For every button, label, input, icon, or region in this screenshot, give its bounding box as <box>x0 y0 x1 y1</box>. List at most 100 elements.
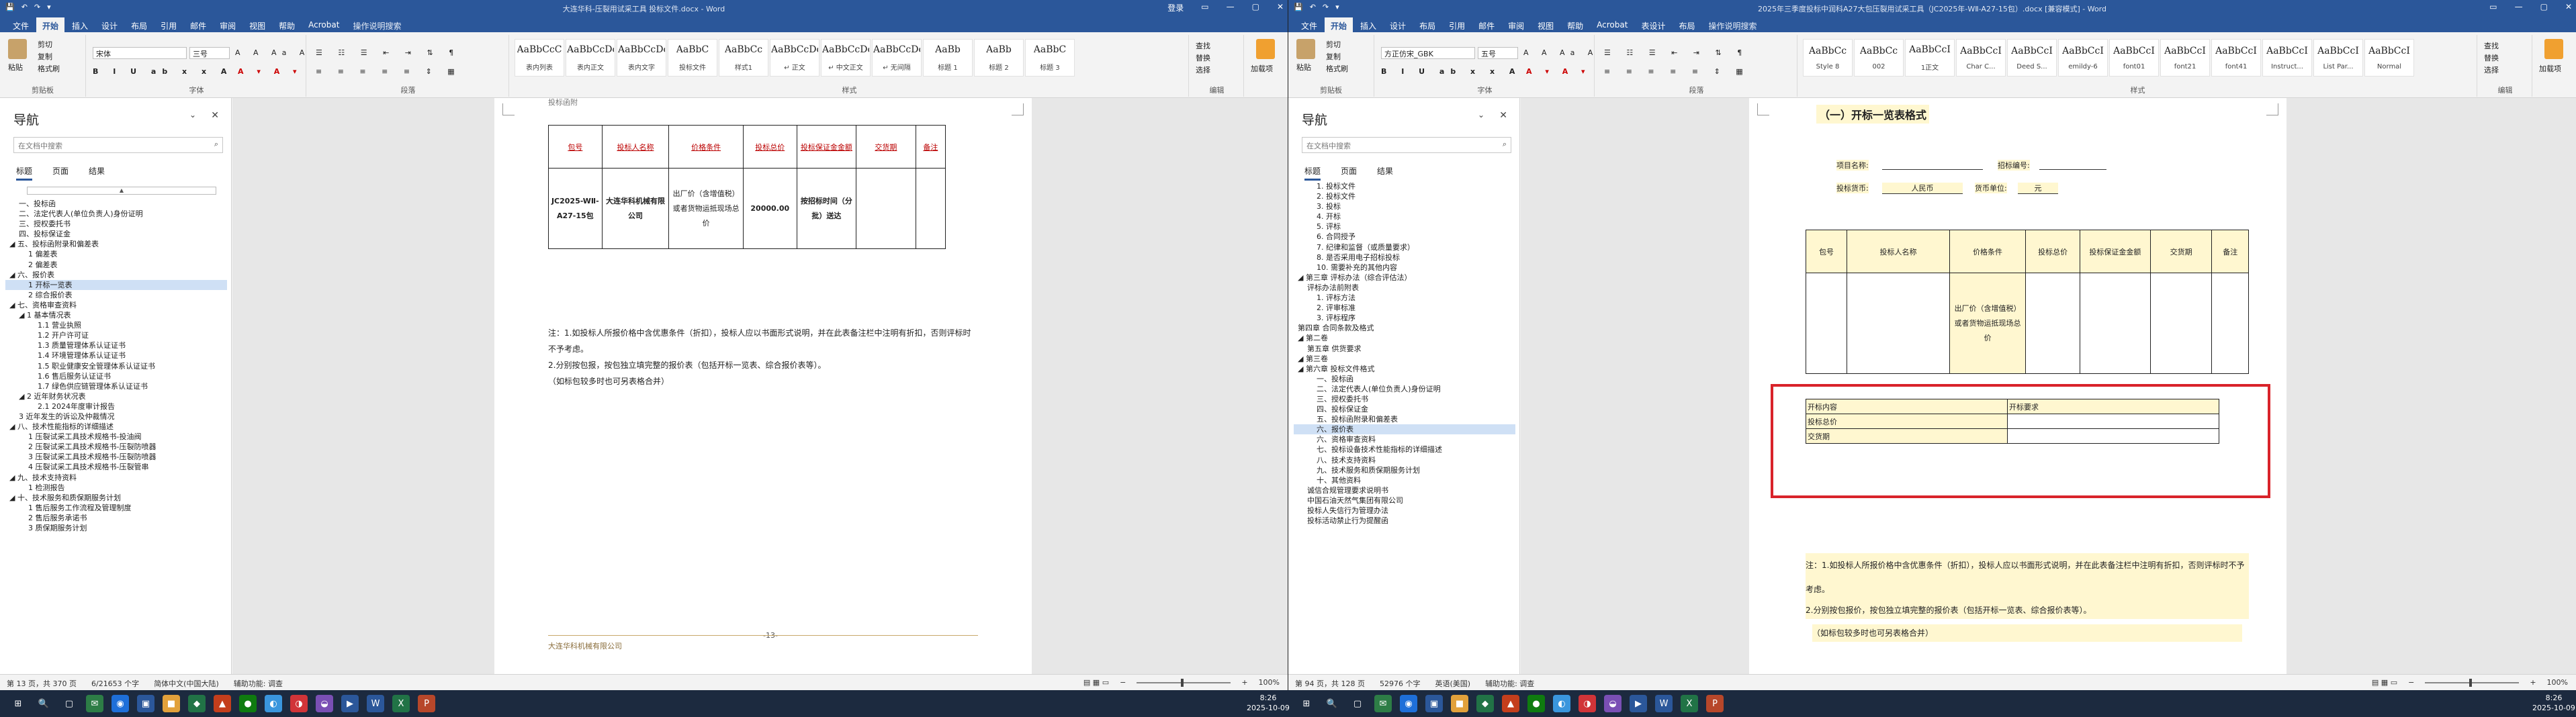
nav-heading-item[interactable]: 1.2 开户许可证 <box>5 330 227 340</box>
cut-button[interactable]: 剪切 <box>38 39 52 50</box>
taskbar-app-icon[interactable]: ◐ <box>1553 695 1570 712</box>
style-item[interactable]: AaBbCc 样式1 <box>719 39 768 77</box>
project-name-blank[interactable] <box>1882 169 1983 170</box>
taskbar-app-icon[interactable]: X <box>1681 695 1698 712</box>
addins-button[interactable]: 加载项 <box>2539 63 2561 74</box>
tab-file[interactable]: 文件 <box>1295 17 1323 32</box>
taskbar-app-icon[interactable]: ◆ <box>188 695 206 712</box>
nav-heading-item[interactable]: ◢ 第三章 评标办法（综合评估法） <box>1294 273 1515 283</box>
table-cell[interactable]: 交货期 <box>1806 428 2008 444</box>
paste-icon[interactable] <box>1296 39 1315 59</box>
taskbar-app-icon[interactable]: X <box>392 695 410 712</box>
taskbar-clock[interactable]: 8:26 2025-10-09 <box>2532 693 2575 713</box>
tab-layout[interactable]: 布局 <box>125 17 153 32</box>
nav-heading-item[interactable]: 2 售后服务承诺书 <box>5 513 227 523</box>
minimize-button[interactable]: — <box>2515 2 2523 11</box>
tab-layout[interactable]: 布局 <box>1413 17 1441 32</box>
tab-mailings[interactable]: 邮件 <box>184 17 212 32</box>
nav-heading-item[interactable]: 1.3 质量管理体系认证证书 <box>5 340 227 350</box>
table-cell[interactable]: 开标要求 <box>2007 399 2219 414</box>
cut-button[interactable]: 剪切 <box>1326 39 1341 50</box>
nav-close-icon[interactable]: ✕ <box>1499 110 1507 121</box>
document-area[interactable]: 投标函附 包号 投标人名称 价格条件 投标总价 投标保证金金额 交货期 备注 J… <box>232 98 1288 674</box>
table-cell[interactable] <box>2007 428 2219 444</box>
page-count[interactable]: 第 94 页，共 128 页 <box>1295 678 1365 689</box>
nav-heading-item[interactable]: ◢ 第六章 投标文件格式 <box>1294 364 1515 374</box>
nav-heading-item[interactable]: 三、授权委托书 <box>1294 394 1515 404</box>
style-item[interactable]: AaBbCcI Normal <box>2364 39 2414 77</box>
taskbar-app-icon[interactable]: W <box>1655 695 1673 712</box>
nav-heading-item[interactable]: 八、技术支持资料 <box>1294 455 1515 465</box>
tab-home[interactable]: 开始 <box>36 17 65 32</box>
taskbar-app-icon[interactable]: ▲ <box>214 695 231 712</box>
maximize-button[interactable]: ▢ <box>2540 2 2548 11</box>
tab-insert[interactable]: 插入 <box>66 17 94 32</box>
nav-heading-item[interactable]: ◢ 五、投标函附录和偏差表 <box>5 239 227 249</box>
bid-summary-table[interactable]: 包号 投标人名称 价格条件 投标总价 投标保证金金额 交货期 备注 JC2025… <box>548 125 946 249</box>
tab-help[interactable]: 帮助 <box>273 17 301 32</box>
nav-heading-item[interactable]: 2.1 2024年度审计报告 <box>5 401 227 412</box>
bid-summary-table[interactable]: 包号 投标人名称 价格条件 投标总价 投标保证金金额 交货期 备注 出厂价（含增… <box>1805 230 2249 374</box>
nav-heading-item[interactable]: 4. 开标 <box>1294 211 1515 222</box>
nav-heading-item[interactable]: 评标办法前附表 <box>1294 283 1515 293</box>
taskbar-app-icon[interactable]: ◉ <box>1400 695 1417 712</box>
list-buttons[interactable]: ☰ ☷ ☰ ⇤ ⇥ ⇅ ¶ <box>316 48 460 57</box>
paste-icon[interactable] <box>8 39 27 59</box>
nav-heading-item[interactable]: 1.4 环境管理体系认证证书 <box>5 350 227 361</box>
format-painter-button[interactable]: 格式刷 <box>38 63 60 74</box>
nav-heading-item[interactable]: 1.7 绿色供应链管理体系认证证书 <box>5 381 227 391</box>
format-painter-button[interactable]: 格式刷 <box>1326 63 1348 74</box>
zoom-out-button[interactable]: − <box>1120 678 1126 687</box>
table-cell[interactable]: 出厂价（含增值税）或者货物运抵现场总价 <box>1949 273 2027 374</box>
nav-search-input[interactable]: 在文档中搜索 ⌕ <box>13 137 223 153</box>
find-button[interactable]: 查找 <box>2484 40 2499 51</box>
table-cell[interactable]: 开标内容 <box>1806 399 2008 414</box>
taskbar-app-icon[interactable]: ◒ <box>1604 695 1622 712</box>
nav-scroll-up[interactable]: ▲ <box>27 187 216 195</box>
tab-design[interactable]: 设计 <box>95 17 124 32</box>
style-item[interactable]: AaBbC 标题 3 <box>1025 39 1075 77</box>
font-size-buttons[interactable]: A A Aa A <box>235 48 310 57</box>
style-item[interactable]: AaBbCcDc ↵ 无间隔 <box>872 39 922 77</box>
taskbar-app-icon[interactable]: ▢ <box>1349 695 1366 712</box>
font-size-combo[interactable]: 五号 <box>1478 47 1518 59</box>
font-format-buttons[interactable]: B I U ab x x A <box>1381 67 1521 76</box>
tab-review[interactable]: 审阅 <box>214 17 242 32</box>
taskbar-app-icon[interactable]: ◐ <box>265 695 282 712</box>
bid-no-blank[interactable] <box>2039 169 2106 170</box>
taskbar-app-icon[interactable]: ▢ <box>60 695 78 712</box>
taskbar-app-icon[interactable]: ▣ <box>137 695 154 712</box>
tab-pages[interactable]: 页面 <box>1341 165 1357 181</box>
zoom-in-button[interactable]: + <box>2530 678 2536 687</box>
nav-heading-item[interactable]: 六、报价表 <box>1294 424 1515 435</box>
taskbar-app-icon[interactable]: ◑ <box>1579 695 1596 712</box>
tab-help[interactable]: 帮助 <box>1561 17 1589 32</box>
font-size-combo[interactable]: 三号 <box>189 47 230 59</box>
tab-results[interactable]: 结果 <box>89 165 105 181</box>
nav-heading-item[interactable]: 3. 投标 <box>1294 201 1515 211</box>
tab-review[interactable]: 审阅 <box>1502 17 1530 32</box>
nav-heading-item[interactable]: 1. 评标方法 <box>1294 293 1515 303</box>
tab-view[interactable]: 视图 <box>1531 17 1560 32</box>
nav-heading-item[interactable]: 3 近年发生的诉讼及仲裁情况 <box>5 412 227 422</box>
style-item[interactable]: AaBbCcI List Par... <box>2313 39 2363 77</box>
nav-heading-item[interactable]: 一、投标函 <box>1294 374 1515 384</box>
style-item[interactable]: AaBbCcI 1正文 <box>1905 39 1955 77</box>
taskbar-app-icon[interactable]: ⊞ <box>9 695 27 712</box>
nav-heading-item[interactable]: 1.6 售后服务认证证书 <box>5 371 227 381</box>
taskbar-app-icon[interactable]: ● <box>239 695 257 712</box>
nav-options-icon[interactable]: ⌄ <box>1478 110 1484 120</box>
tab-pages[interactable]: 页面 <box>52 165 69 181</box>
nav-heading-item[interactable]: 九、技术服务和质保期服务计划 <box>1294 465 1515 475</box>
minimize-button[interactable]: — <box>1227 2 1235 13</box>
tab-headings[interactable]: 标题 <box>1304 165 1321 181</box>
style-item[interactable]: AaBb 标题 1 <box>923 39 973 77</box>
zoom-in-button[interactable]: + <box>1241 678 1247 687</box>
taskbar-app-icon[interactable]: ✉ <box>86 695 103 712</box>
unit-value[interactable]: 元 <box>2018 183 2058 194</box>
copy-button[interactable]: 复制 <box>1326 51 1341 62</box>
nav-heading-item[interactable]: 2 压裂试采工具技术规格书-压裂防喷器 <box>5 442 227 452</box>
tell-me-search[interactable]: 操作说明搜索 <box>347 17 407 32</box>
taskbar-app-icon[interactable]: ▶ <box>1630 695 1647 712</box>
nav-heading-item[interactable]: 1.1 营业执照 <box>5 320 227 330</box>
